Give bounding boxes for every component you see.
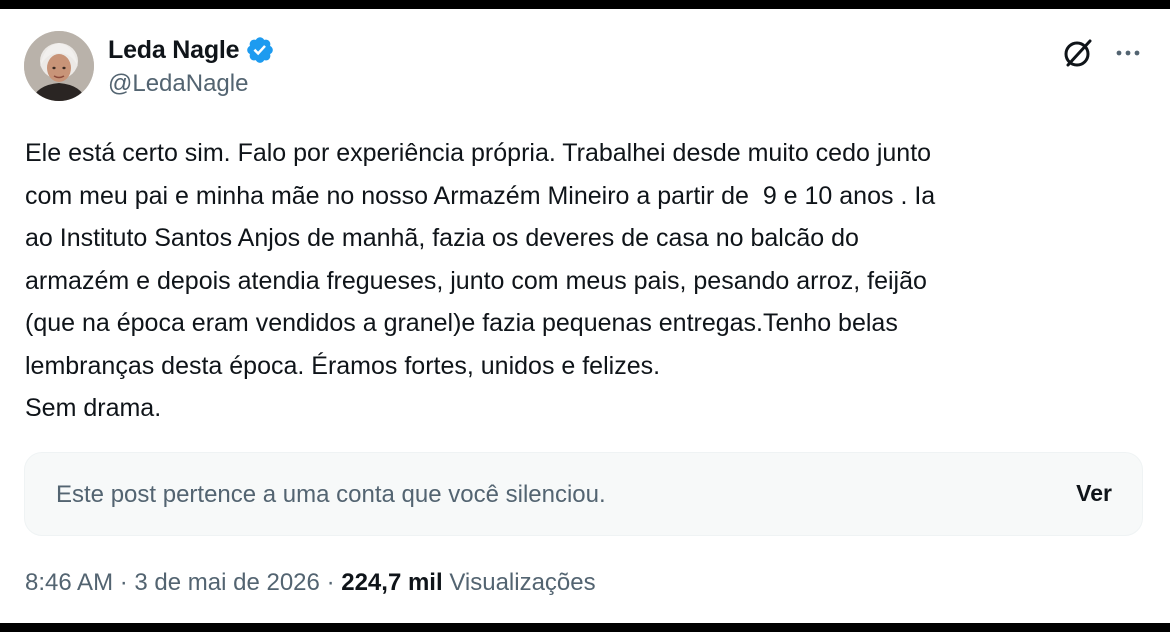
meta-separator: · <box>326 569 335 596</box>
post-text-line: lembranças desta época. Éramos fortes, u… <box>25 351 661 380</box>
post-text: Ele está certo sim. Falo por experiência… <box>25 132 1140 430</box>
avatar[interactable] <box>24 31 94 101</box>
author-name-row: Leda Nagle <box>108 35 275 65</box>
post-text-line: ao Instituto Santos Anjos de manhã, fazi… <box>25 224 859 252</box>
meta-separator: · <box>119 569 128 596</box>
post-time[interactable]: 8:46 AM <box>25 569 113 596</box>
verified-badge-icon <box>245 35 275 65</box>
post-text-line: (que na época eram vendidos a granel)e f… <box>25 309 898 337</box>
post-date[interactable]: 3 de mai de 2026 <box>134 569 319 596</box>
post-meta: 8:46 AM · 3 de mai de 2026 · 224,7 mil V… <box>25 569 596 597</box>
post-text-line: Ele está certo sim. Falo por experiência… <box>25 139 932 167</box>
post-text-line: com meu pai e minha mãe no nosso Armazém… <box>25 181 936 210</box>
views-count: 224,7 mil <box>341 569 443 596</box>
author-display-name[interactable]: Leda Nagle <box>108 36 240 65</box>
view-button[interactable]: Ver <box>1076 480 1112 507</box>
muted-notice-text: Este post pertence a uma conta que você … <box>56 481 606 508</box>
post-card: Leda Nagle @LedaNagle Ele está certo sim… <box>0 9 1170 623</box>
grok-icon[interactable] <box>1060 35 1096 71</box>
more-options-icon[interactable] <box>1110 39 1146 67</box>
muted-quote-notice: Este post pertence a uma conta que você … <box>24 452 1143 536</box>
views-label: Visualizações <box>449 569 596 596</box>
author-handle[interactable]: @LedaNagle <box>108 70 248 98</box>
post-text-line: Sem drama. <box>25 394 162 422</box>
post-text-line: armazém e depois atendia fregueses, junt… <box>25 266 927 295</box>
